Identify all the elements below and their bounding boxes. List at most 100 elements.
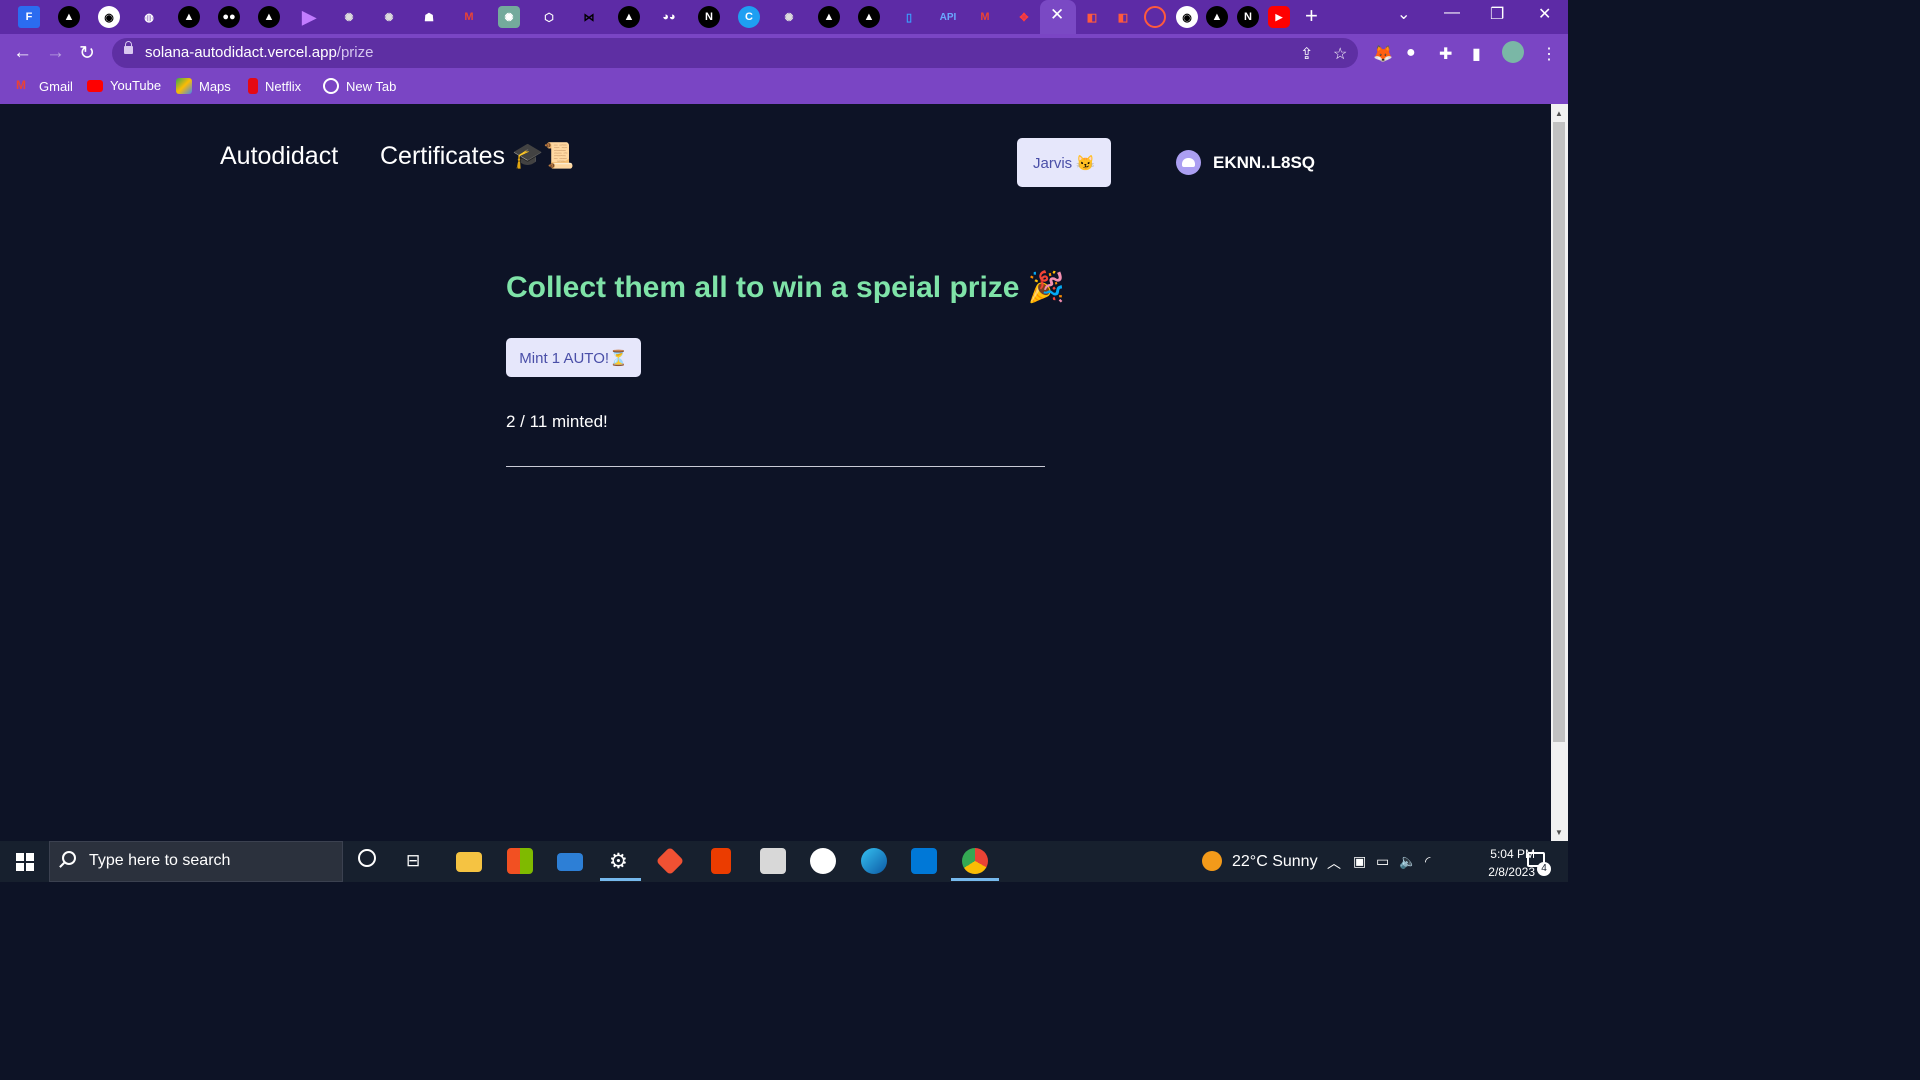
menu-icon[interactable]: ⋮ [1541,44,1557,64]
tab-icon[interactable]: ◉ [98,6,120,28]
reload-button[interactable]: ↻ [79,42,95,65]
tab-icon[interactable]: ⋈ [578,6,600,28]
notion-tab-icon[interactable]: N [1237,6,1259,28]
active-app-indicator [600,878,641,881]
medium-tab-icon[interactable]: ●● [218,6,240,28]
meet-now-icon[interactable]: ▣ [1353,853,1366,870]
gmail-tab-icon[interactable]: M [974,6,996,28]
tab-icon[interactable]: ▯ [898,6,920,28]
wallet-address: EKNN..L8SQ [1213,152,1316,172]
unity-icon[interactable] [760,848,786,874]
clock-date: 2/8/2023 [1488,865,1535,879]
brand-link[interactable]: Autodidact [220,142,338,171]
netflix-icon [248,78,258,94]
bookmark-netflix[interactable]: Netflix [248,78,301,94]
minimize-button[interactable]: — [1444,4,1460,22]
tab-icon[interactable]: C [738,6,760,28]
vercel-tab-icon[interactable]: ▲ [858,6,880,28]
gmail-icon: M [16,78,26,92]
bookmarks-bar [0,72,1568,104]
page-title: Collect them all to win a speial prize 🎉 [506,271,1066,304]
notification-count-badge: 4 [1537,862,1551,876]
side-panel-icon[interactable]: ▮ [1472,44,1481,64]
mint-button[interactable]: Mint 1 AUTO!⏳ [506,338,641,377]
divider [506,466,1045,467]
vscode-icon[interactable] [911,848,937,874]
tab-icon[interactable] [810,848,836,874]
openai-tab-icon[interactable]: ✺ [338,6,360,28]
api-tab-icon[interactable]: API [934,6,962,28]
phantom-wallet-icon [1176,150,1201,175]
mail-icon[interactable] [557,853,583,871]
youtube-tab-icon[interactable]: ▶ [1268,6,1290,28]
active-app-indicator [951,878,999,881]
volume-icon[interactable]: 🔈 [1399,853,1416,870]
back-button[interactable]: ← [13,42,32,64]
scroll-down-arrow[interactable]: ▼ [1555,828,1563,837]
extensions-icon[interactable]: ✚ [1439,44,1452,64]
file-explorer-icon[interactable] [456,852,482,872]
openai-tab-icon[interactable]: ✺ [778,6,800,28]
bookmark-maps[interactable]: Maps [176,78,231,94]
battery-icon[interactable]: ▭ [1376,853,1389,870]
figma-tab-icon[interactable]: F [18,6,40,28]
vercel-tab-icon[interactable]: ▲ [818,6,840,28]
wallet-button[interactable]: EKNN..L8SQ [1176,150,1315,175]
wifi-icon[interactable]: ◜ [1425,853,1430,870]
gmail-tab-icon[interactable]: M [458,6,480,28]
restore-button[interactable]: ❐ [1490,4,1504,24]
play-tab-icon[interactable]: ▶ [298,6,320,28]
chrome-icon[interactable] [962,848,988,874]
openai-tab-icon[interactable]: ✺ [378,6,400,28]
close-window-button[interactable]: ✕ [1538,4,1551,24]
tab-icon[interactable]: ◉ [1176,6,1198,28]
bookmark-star-icon[interactable]: ☆ [1333,44,1347,64]
microsoft-store-icon[interactable] [507,848,533,874]
bookmark-gmail[interactable]: M Gmail [16,78,73,94]
bookmark-new-tab[interactable]: New Tab [323,78,396,94]
tab-icon[interactable]: ✥ [1013,6,1035,28]
maps-icon [176,78,192,94]
tab-icon[interactable]: ◧ [1081,6,1103,28]
windows-start-button[interactable] [16,853,34,871]
forward-button[interactable]: → [46,42,65,64]
vercel-tab-icon[interactable]: ▲ [178,6,200,28]
vercel-tab-icon[interactable]: ▲ [1206,6,1228,28]
github-tab-icon[interactable]: ◍ [138,6,160,28]
jarvis-button[interactable]: Jarvis 😼 [1017,138,1111,187]
scrollbar-thumb[interactable] [1553,122,1565,742]
tab-search-icon[interactable]: ⌄ [1397,4,1410,24]
profile-avatar[interactable] [1502,41,1524,63]
tab-icon[interactable]: ⬡ [538,6,560,28]
tab-icon[interactable]: ◕◕ [658,6,680,28]
vercel-tab-icon[interactable]: ▲ [258,6,280,28]
edge-icon[interactable] [861,848,887,874]
vercel-tab-icon[interactable]: ▲ [618,6,640,28]
tab-icon[interactable] [1144,6,1166,28]
bookmark-youtube[interactable]: YouTube [87,78,161,93]
cortana-icon[interactable] [358,849,376,867]
scroll-up-arrow[interactable]: ▲ [1555,109,1563,118]
chevron-up-icon[interactable]: ︿ [1327,853,1341,873]
page-content [0,104,1551,841]
settings-icon[interactable]: ⚙ [609,849,628,874]
metamask-extension-icon[interactable]: 🦊 [1373,44,1393,64]
share-icon[interactable]: ⇪ [1300,44,1313,64]
task-view-icon[interactable]: ⊟ [406,851,420,871]
certificates-link[interactable]: Certificates 🎓📜 [380,142,574,171]
tab-icon[interactable]: ☗ [418,6,440,28]
sun-icon [1202,851,1222,871]
new-tab-button[interactable]: + [1305,3,1318,29]
url-text[interactable]: solana-autodidact.vercel.app/prize [145,44,373,61]
chatgpt-tab-icon[interactable]: ✺ [498,6,520,28]
phantom-extension-icon[interactable]: ● [1406,44,1416,62]
youtube-icon [87,79,103,92]
lock-icon[interactable] [124,41,133,54]
system-clock[interactable]: 5:04 PM 2/8/2023 [1440,845,1535,881]
weather-widget[interactable]: 22°C Sunny [1232,853,1318,871]
notion-tab-icon[interactable]: N [698,6,720,28]
tab-icon[interactable]: ◧ [1112,6,1134,28]
close-icon[interactable]: ✕ [1050,5,1064,25]
office-icon[interactable] [711,848,731,874]
vercel-tab-icon[interactable]: ▲ [58,6,80,28]
